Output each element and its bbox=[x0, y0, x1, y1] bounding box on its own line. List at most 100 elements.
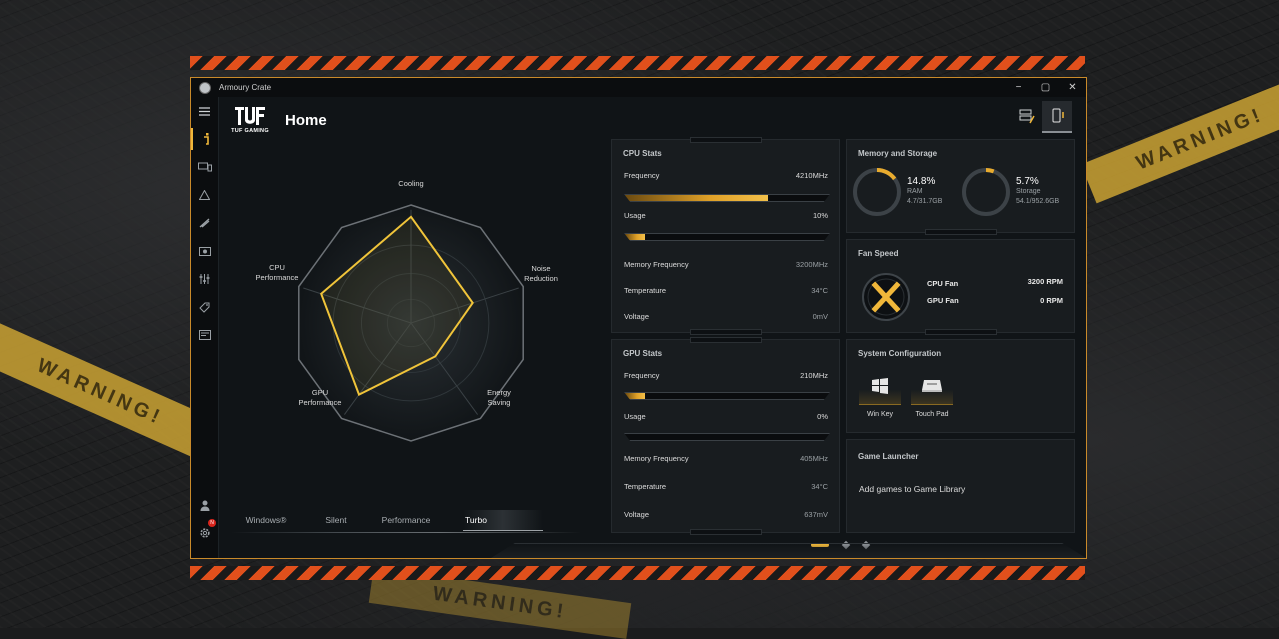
win-key-label: Win Key bbox=[866, 411, 894, 418]
memory-storage-title: Memory and Storage bbox=[858, 149, 938, 158]
performance-radar: Cooling Noise Reduction Energy Saving GPU P… bbox=[231, 158, 591, 518]
media-icon[interactable] bbox=[191, 240, 218, 262]
cpu-voltage-label: Voltage bbox=[624, 312, 650, 321]
cpu-memfreq-label: Memory Frequency bbox=[624, 260, 689, 269]
card-notch bbox=[689, 529, 762, 535]
scenario-icon[interactable] bbox=[191, 212, 218, 234]
cpu-fan-value: 3200 RPM bbox=[1027, 277, 1063, 286]
memory-storage-card[interactable]: Memory and Storage 14.8% RAM 4.7/31.7GB … bbox=[846, 139, 1075, 235]
gpu-frequency-bar-fill bbox=[625, 393, 646, 399]
aura-icon[interactable] bbox=[191, 184, 218, 206]
cpu-voltage-value: 0mV bbox=[812, 312, 828, 321]
maximize-button[interactable]: ▢ bbox=[1032, 82, 1059, 93]
title-bar[interactable]: Armoury Crate − ▢ ✕ bbox=[191, 78, 1086, 97]
bottom-decoration bbox=[491, 543, 1086, 558]
cpu-stats-title: CPU Stats bbox=[623, 149, 662, 158]
app-title: Armoury Crate bbox=[219, 83, 272, 92]
sidebar: N bbox=[191, 97, 219, 558]
cpu-temp-value: 34°C bbox=[811, 286, 828, 295]
radar-label-gpu: GPU Performance bbox=[292, 388, 348, 408]
radar-label-noise-line2: Reduction bbox=[524, 274, 558, 283]
gpu-fan-value: 0 RPM bbox=[1040, 296, 1063, 305]
gpu-usage-label: Usage bbox=[624, 412, 646, 421]
card-notch bbox=[924, 229, 997, 235]
page-header: TUF GAMING Home bbox=[231, 100, 327, 140]
storage-detail: 54.1/952.6GB bbox=[1016, 198, 1060, 205]
phone-device-button[interactable] bbox=[1042, 101, 1072, 133]
mode-divider bbox=[231, 532, 581, 533]
device-list-icon bbox=[1019, 109, 1035, 124]
device-list-button[interactable] bbox=[1012, 101, 1042, 131]
touchpad-icon bbox=[922, 380, 942, 392]
touch-pad-toggle[interactable] bbox=[911, 368, 953, 405]
mode-silent[interactable]: Silent bbox=[301, 515, 371, 525]
menu-icon[interactable] bbox=[191, 100, 218, 122]
gpu-frequency-label: Frequency bbox=[624, 371, 660, 380]
radar-label-gpu-line1: GPU bbox=[311, 388, 329, 397]
ram-percent: 14.8% bbox=[907, 176, 936, 187]
brand-logo: TUF GAMING bbox=[231, 106, 269, 134]
gpu-memfreq-value: 405MHz bbox=[800, 454, 828, 463]
card-notch bbox=[689, 137, 762, 143]
radar-label-cpu-line2: Performance bbox=[255, 273, 299, 282]
radar-label-cpu: CPU Performance bbox=[249, 263, 305, 283]
tuf-logo-icon bbox=[235, 107, 265, 125]
cpu-frequency-bar bbox=[624, 194, 830, 202]
notification-badge: N bbox=[208, 519, 216, 527]
ram-label: RAM bbox=[907, 188, 923, 195]
device-icon[interactable] bbox=[191, 156, 218, 178]
fan-speed-card[interactable]: Fan Speed CPU Fan 3200 RPM GPU Fan 0 RPM bbox=[846, 239, 1075, 335]
radar-label-cpu-line1: CPU bbox=[269, 263, 285, 272]
gpu-temp-label: Temperature bbox=[624, 482, 667, 491]
card-notch bbox=[689, 337, 762, 343]
page-title: Home bbox=[285, 111, 327, 129]
gpu-usage-value: 0% bbox=[817, 412, 828, 421]
app-logo-icon bbox=[199, 81, 211, 94]
gpu-fan-label: GPU Fan bbox=[927, 296, 959, 305]
hazard-stripe-top bbox=[190, 56, 1085, 70]
radar-chart bbox=[298, 204, 524, 442]
card-notch bbox=[689, 329, 762, 335]
gpu-usage-bar bbox=[624, 433, 830, 441]
radar-label-energy: Energy Saving bbox=[474, 388, 524, 408]
gpu-voltage-value: 637mV bbox=[804, 510, 828, 519]
cpu-frequency-bar-fill bbox=[625, 195, 768, 201]
equalizer-icon[interactable] bbox=[191, 268, 218, 290]
app-window: Armoury Crate − ▢ ✕ N TUF GAMING Home Co… bbox=[190, 77, 1087, 559]
close-button[interactable]: ✕ bbox=[1059, 82, 1086, 93]
cpu-memfreq-value: 3200MHz bbox=[795, 260, 828, 269]
radar-label-energy-line2: Saving bbox=[487, 398, 511, 407]
win-key-toggle[interactable] bbox=[859, 368, 901, 405]
settings-icon[interactable]: N bbox=[191, 519, 218, 544]
operating-mode-selector: Windows® Silent Performance Turbo bbox=[231, 510, 581, 533]
gpu-frequency-bar bbox=[624, 392, 830, 400]
minimize-button[interactable]: − bbox=[1005, 82, 1032, 93]
gpu-stats-card[interactable]: GPU Stats Frequency 210MHz Usage 0% Memo… bbox=[611, 337, 840, 535]
gpu-frequency-value: 210MHz bbox=[800, 371, 828, 380]
mode-turbo[interactable]: Turbo bbox=[441, 515, 511, 525]
fan-speed-title: Fan Speed bbox=[858, 249, 899, 258]
cpu-stats-card[interactable]: CPU Stats Frequency 4210MHz Usage 10% Me… bbox=[611, 137, 840, 335]
game-launcher-card[interactable]: Game Launcher Add games to Game Library bbox=[846, 439, 1075, 533]
tag-icon[interactable] bbox=[191, 296, 218, 318]
cpu-frequency-label: Frequency bbox=[624, 171, 660, 180]
home-icon[interactable] bbox=[191, 128, 220, 150]
system-config-title: System Configuration bbox=[858, 349, 942, 358]
news-icon[interactable] bbox=[191, 324, 218, 346]
mode-windows[interactable]: Windows® bbox=[231, 515, 301, 525]
gpu-memfreq-label: Memory Frequency bbox=[624, 454, 689, 463]
radar-label-noise: Noise Reduction bbox=[516, 264, 566, 284]
ram-ring bbox=[853, 168, 901, 216]
card-notch bbox=[924, 329, 997, 335]
mode-performance[interactable]: Performance bbox=[371, 515, 441, 525]
gpu-stats-title: GPU Stats bbox=[623, 349, 663, 358]
system-config-card[interactable]: System Configuration Win Key Touch Pad bbox=[846, 339, 1075, 433]
cpu-fan-label: CPU Fan bbox=[927, 279, 959, 288]
add-games-link[interactable]: Add games to Game Library bbox=[859, 484, 965, 494]
touch-pad-label: Touch Pad bbox=[915, 411, 949, 418]
cpu-frequency-value: 4210MHz bbox=[795, 171, 828, 180]
ram-detail: 4.7/31.7GB bbox=[907, 198, 943, 205]
cpu-usage-value: 10% bbox=[812, 211, 828, 220]
user-icon[interactable] bbox=[191, 494, 218, 516]
cpu-usage-label: Usage bbox=[624, 211, 646, 220]
